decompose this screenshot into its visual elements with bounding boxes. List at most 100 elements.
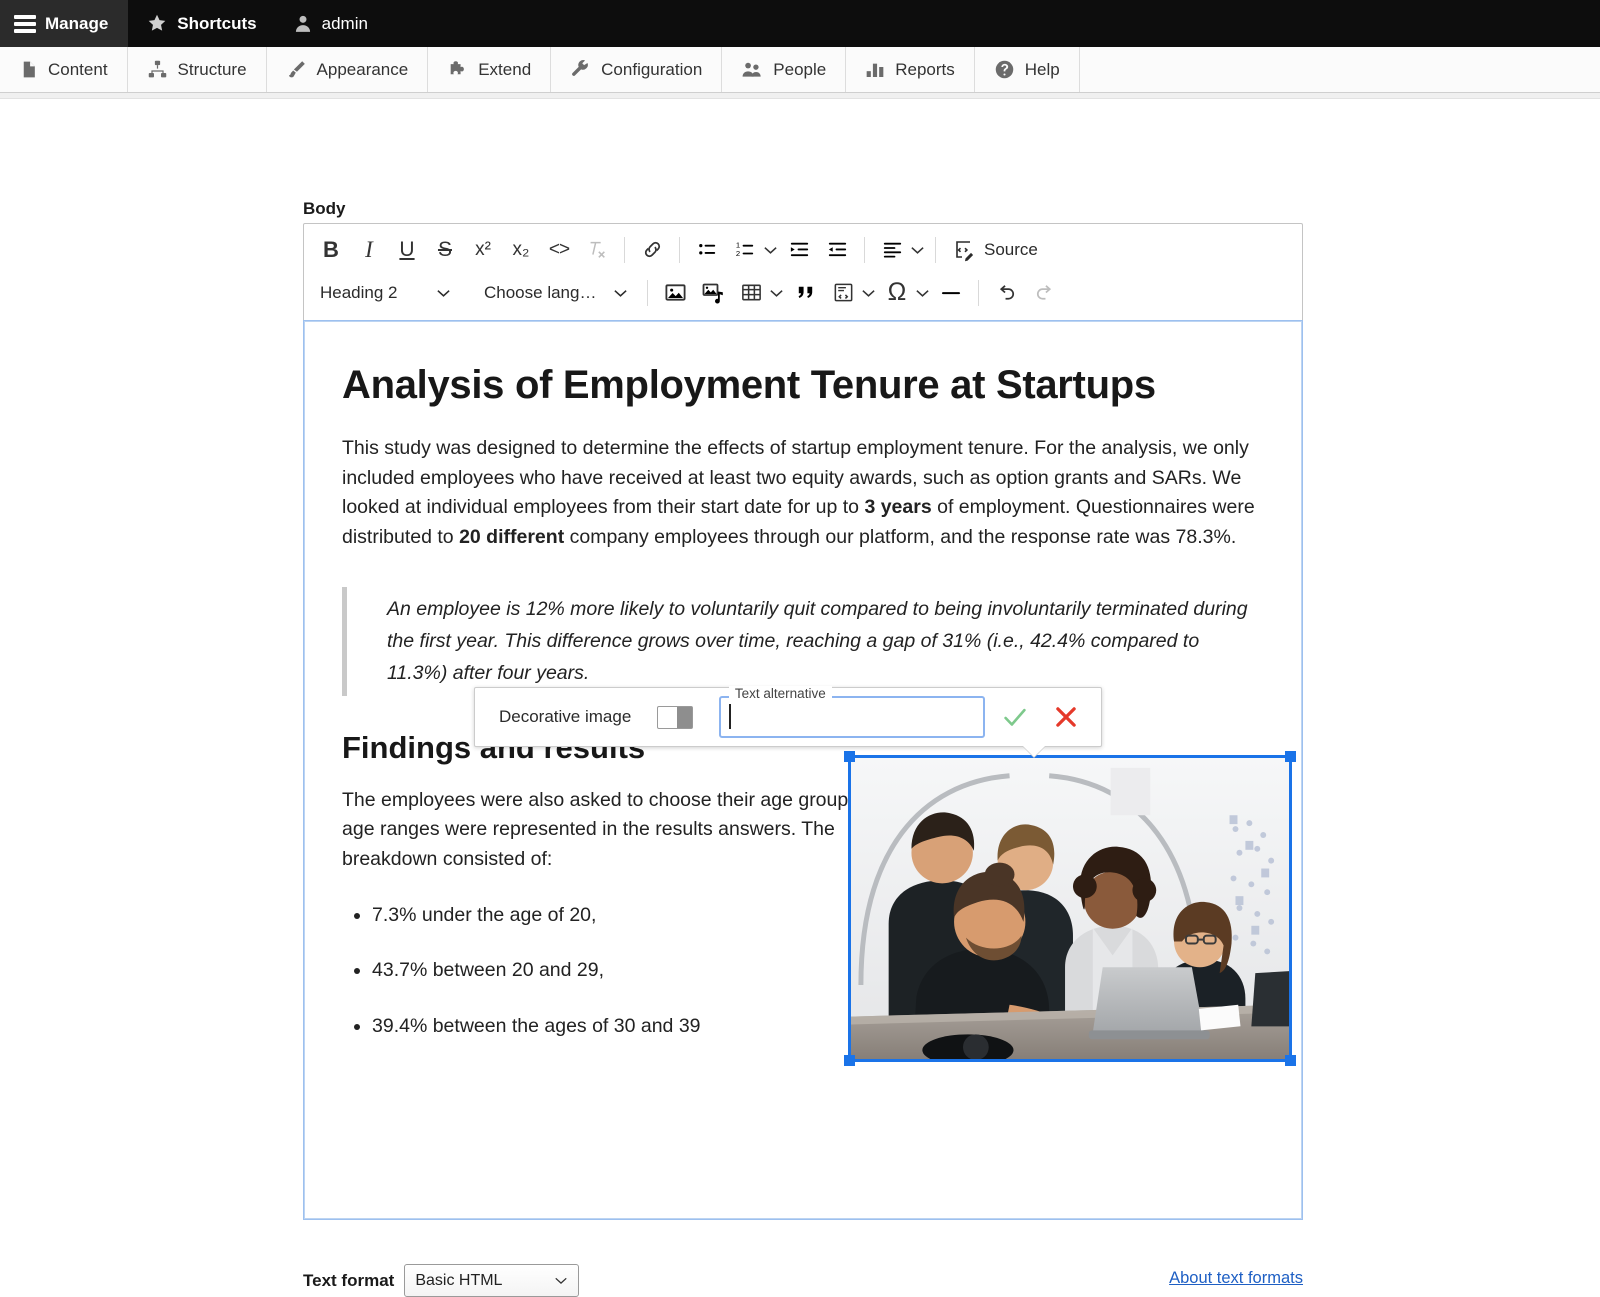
text-alignment-dropdown-caret[interactable]	[907, 232, 927, 268]
underline-button[interactable]: U	[388, 232, 426, 268]
team-photo	[851, 758, 1289, 1059]
admin-bar-label-admin: admin	[322, 14, 368, 34]
document-blockquote: An employee is 12% more likely to volunt…	[342, 587, 1264, 696]
admin-tab-label: Help	[1025, 60, 1060, 80]
indent-button[interactable]	[780, 232, 818, 268]
admin-tab-structure[interactable]: Structure	[128, 47, 267, 92]
subscript-button[interactable]: x₂	[502, 232, 540, 268]
strikethrough-glyph: S	[438, 238, 452, 262]
file-icon	[19, 59, 38, 80]
media-icon	[701, 281, 725, 305]
chevron-down-icon	[915, 288, 930, 298]
image-text-alternative-balloon: Decorative image Text alternative	[474, 687, 1102, 747]
admin-bar-item-manage[interactable]: Manage	[0, 0, 128, 47]
code-block-icon	[832, 281, 855, 304]
admin-tab-extend[interactable]: Extend	[428, 47, 551, 92]
language-dropdown[interactable]: Choose lang…	[476, 276, 639, 310]
block-quote-button[interactable]	[786, 275, 824, 311]
text-alignment-button[interactable]	[873, 232, 911, 268]
about-text-formats-link[interactable]: About text formats	[1169, 1269, 1303, 1288]
redo-button[interactable]	[1025, 275, 1063, 311]
code-block-button[interactable]	[824, 275, 862, 311]
text-format-select[interactable]: Basic HTML	[404, 1264, 579, 1297]
source-button[interactable]: Source	[944, 232, 1046, 268]
puzzle-icon	[447, 59, 468, 80]
undo-button[interactable]	[987, 275, 1025, 311]
star-icon	[146, 13, 168, 34]
superscript-button[interactable]: x²	[464, 232, 502, 268]
image-widget-selected[interactable]	[849, 756, 1291, 1061]
special-characters-dropdown-caret[interactable]	[912, 275, 932, 311]
admin-bar-item-shortcuts[interactable]: Shortcuts	[128, 0, 274, 47]
admin-tab-reports[interactable]: Reports	[846, 47, 975, 92]
bold-button[interactable]: B	[312, 232, 350, 268]
list-item: 43.7% between 20 and 29,	[372, 956, 882, 985]
chevron-down-icon	[763, 245, 778, 255]
code-button[interactable]: <>	[540, 232, 578, 268]
decorative-image-toggle[interactable]	[657, 706, 693, 729]
resize-handle-top-right[interactable]	[1285, 751, 1296, 762]
italic-glyph: I	[365, 237, 373, 263]
paragraph-1-part: company employees through our platform, …	[564, 526, 1236, 548]
chevron-down-icon	[910, 245, 925, 255]
ckeditor-toolbar-row-2: Heading 2 Choose lang…	[312, 271, 1294, 314]
heading-dropdown[interactable]: Heading 2	[312, 276, 462, 310]
save-alt-text-button[interactable]	[993, 694, 1036, 740]
list-item: 7.3% under the age of 20,	[372, 901, 882, 930]
admin-tab-configuration[interactable]: Configuration	[551, 47, 722, 92]
outdent-button[interactable]	[818, 232, 856, 268]
admin-tab-content[interactable]: Content	[0, 47, 128, 92]
remove-format-button[interactable]	[578, 232, 616, 268]
resize-handle-top-left[interactable]	[844, 751, 855, 762]
link-button[interactable]	[633, 232, 671, 268]
svg-text:1: 1	[735, 241, 739, 250]
code-block-dropdown-caret[interactable]	[858, 275, 878, 311]
source-icon	[952, 238, 976, 262]
chevron-down-icon	[769, 288, 784, 298]
toolbar-separator	[647, 280, 648, 306]
admin-bar-item-admin[interactable]: admin	[275, 0, 386, 47]
question-circle-icon	[994, 59, 1015, 80]
chevron-down-icon	[861, 288, 876, 298]
document-paragraph-2: The employees were also asked to choose …	[342, 786, 882, 875]
table-dropdown-caret[interactable]	[766, 275, 786, 311]
image-icon	[664, 281, 687, 304]
heading-dropdown-label: Heading 2	[320, 283, 426, 303]
paragraph-1-part-bold: 3 years	[864, 496, 931, 518]
numbered-list-button[interactable]: 1 2	[726, 232, 764, 268]
admin-tab-label: People	[773, 60, 826, 80]
insert-media-button[interactable]	[694, 275, 732, 311]
sitemap-icon	[147, 59, 168, 80]
chevron-down-icon	[430, 288, 456, 298]
admin-tabs-spacer	[1080, 47, 1600, 92]
italic-button[interactable]: I	[350, 232, 388, 268]
bar-chart-icon	[865, 59, 885, 80]
strikethrough-button[interactable]: S	[426, 232, 464, 268]
admin-toolbar: Manage Shortcuts admin	[0, 0, 1600, 47]
text-alternative-field[interactable]: Text alternative	[719, 696, 985, 738]
admin-tab-label: Content	[48, 60, 108, 80]
toolbar-separator	[624, 237, 625, 263]
text-alternative-input[interactable]	[723, 700, 981, 734]
horizontal-line-icon	[939, 281, 963, 305]
insert-table-button[interactable]	[732, 275, 770, 311]
chevron-down-icon	[607, 288, 633, 298]
link-icon	[641, 238, 664, 261]
admin-tab-appearance[interactable]: Appearance	[267, 47, 429, 92]
cancel-alt-text-button[interactable]	[1044, 694, 1087, 740]
toolbar-separator	[864, 237, 865, 263]
bulleted-list-button[interactable]	[688, 232, 726, 268]
horizontal-line-button[interactable]	[932, 275, 970, 311]
resize-handle-bottom-right[interactable]	[1285, 1055, 1296, 1066]
admin-tab-people[interactable]: People	[722, 47, 846, 92]
admin-tab-label: Structure	[178, 60, 247, 80]
insert-image-button[interactable]	[656, 275, 694, 311]
numbered-list-dropdown-caret[interactable]	[760, 232, 780, 268]
special-characters-button[interactable]: Ω	[878, 275, 916, 311]
ckeditor-editable-area[interactable]: Analysis of Employment Tenure at Startup…	[303, 320, 1303, 1220]
admin-bar-label-shortcuts: Shortcuts	[177, 14, 256, 34]
resize-handle-bottom-left[interactable]	[844, 1055, 855, 1066]
team-photo-illustration	[851, 758, 1289, 1059]
admin-tab-help[interactable]: Help	[975, 47, 1080, 92]
check-icon	[1000, 702, 1030, 732]
